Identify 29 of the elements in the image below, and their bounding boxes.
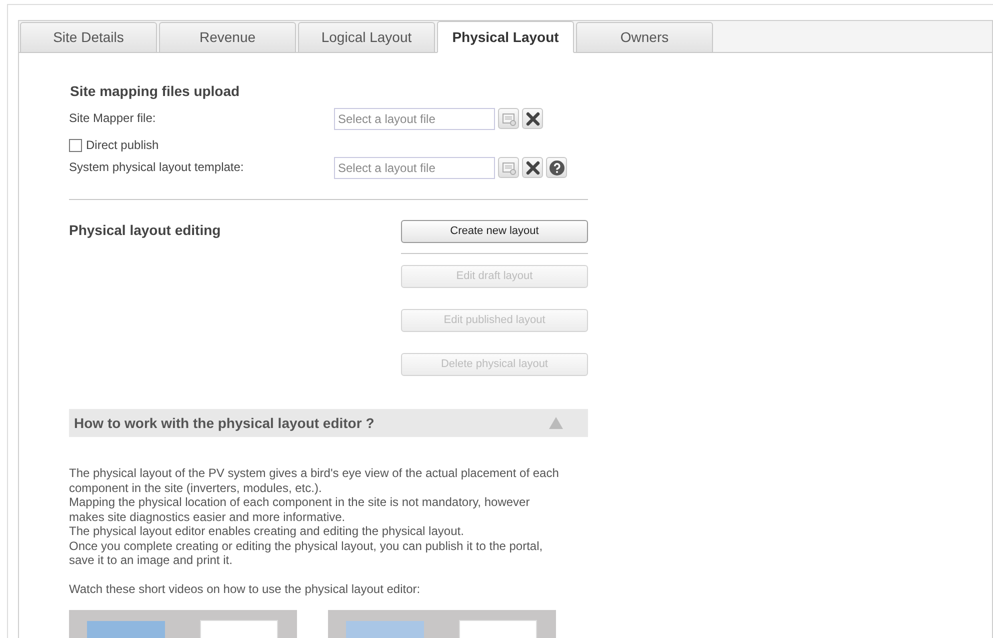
tab[interactable]: Owners	[576, 22, 713, 53]
triangle-icon	[549, 417, 563, 429]
file-input-field[interactable]: Select a layout file	[334, 108, 495, 130]
help-paragraph: Watch these short videos on how to use the physical layout editor:	[69, 582, 422, 596]
help-icon	[548, 160, 564, 176]
close-icon	[526, 112, 540, 126]
help-button[interactable]	[546, 157, 567, 178]
action-button[interactable]: Create new layout	[401, 220, 588, 243]
checkbox-label: Direct publish	[86, 137, 159, 154]
browse-icon	[502, 112, 516, 126]
tab[interactable]: Revenue	[159, 22, 296, 53]
clear-button[interactable]	[522, 108, 543, 129]
tab[interactable]: Site Details	[20, 22, 157, 53]
help-paragraph: The physical layout editor enables creating and editing the physical layout.	[69, 524, 465, 538]
section-title: Site mapping files upload	[70, 82, 241, 101]
clear-button[interactable]	[522, 157, 543, 178]
browse-icon	[502, 160, 516, 174]
file-input-field[interactable]: Select a layout file	[334, 157, 495, 179]
tab[interactable]: Logical Layout	[298, 22, 435, 53]
help-paragraph: Once you complete creating or editing the physical layout, you can publish it to the portal, save it to an image and print it.	[69, 538, 544, 568]
help-paragraph: Mapping the physical location of each component in the site is not mandatory, however makes site diagnostics easier and more informative.	[69, 495, 531, 524]
accordion-header[interactable]: How to work with the physical layout editor ?	[69, 409, 588, 437]
field-label: Site Mapper file:	[69, 110, 157, 127]
checkbox[interactable]	[69, 138, 82, 152]
section-title: Physical layout editing	[69, 221, 222, 240]
close-icon	[526, 160, 540, 174]
help-paragraph: The physical layout of the PV system gives a bird's eye view of the actual placement of each component in the site (inverters, modules, etc.).	[69, 466, 559, 495]
tab[interactable]: Physical Layout	[437, 21, 574, 53]
field-label: System physical layout template:	[69, 159, 245, 176]
